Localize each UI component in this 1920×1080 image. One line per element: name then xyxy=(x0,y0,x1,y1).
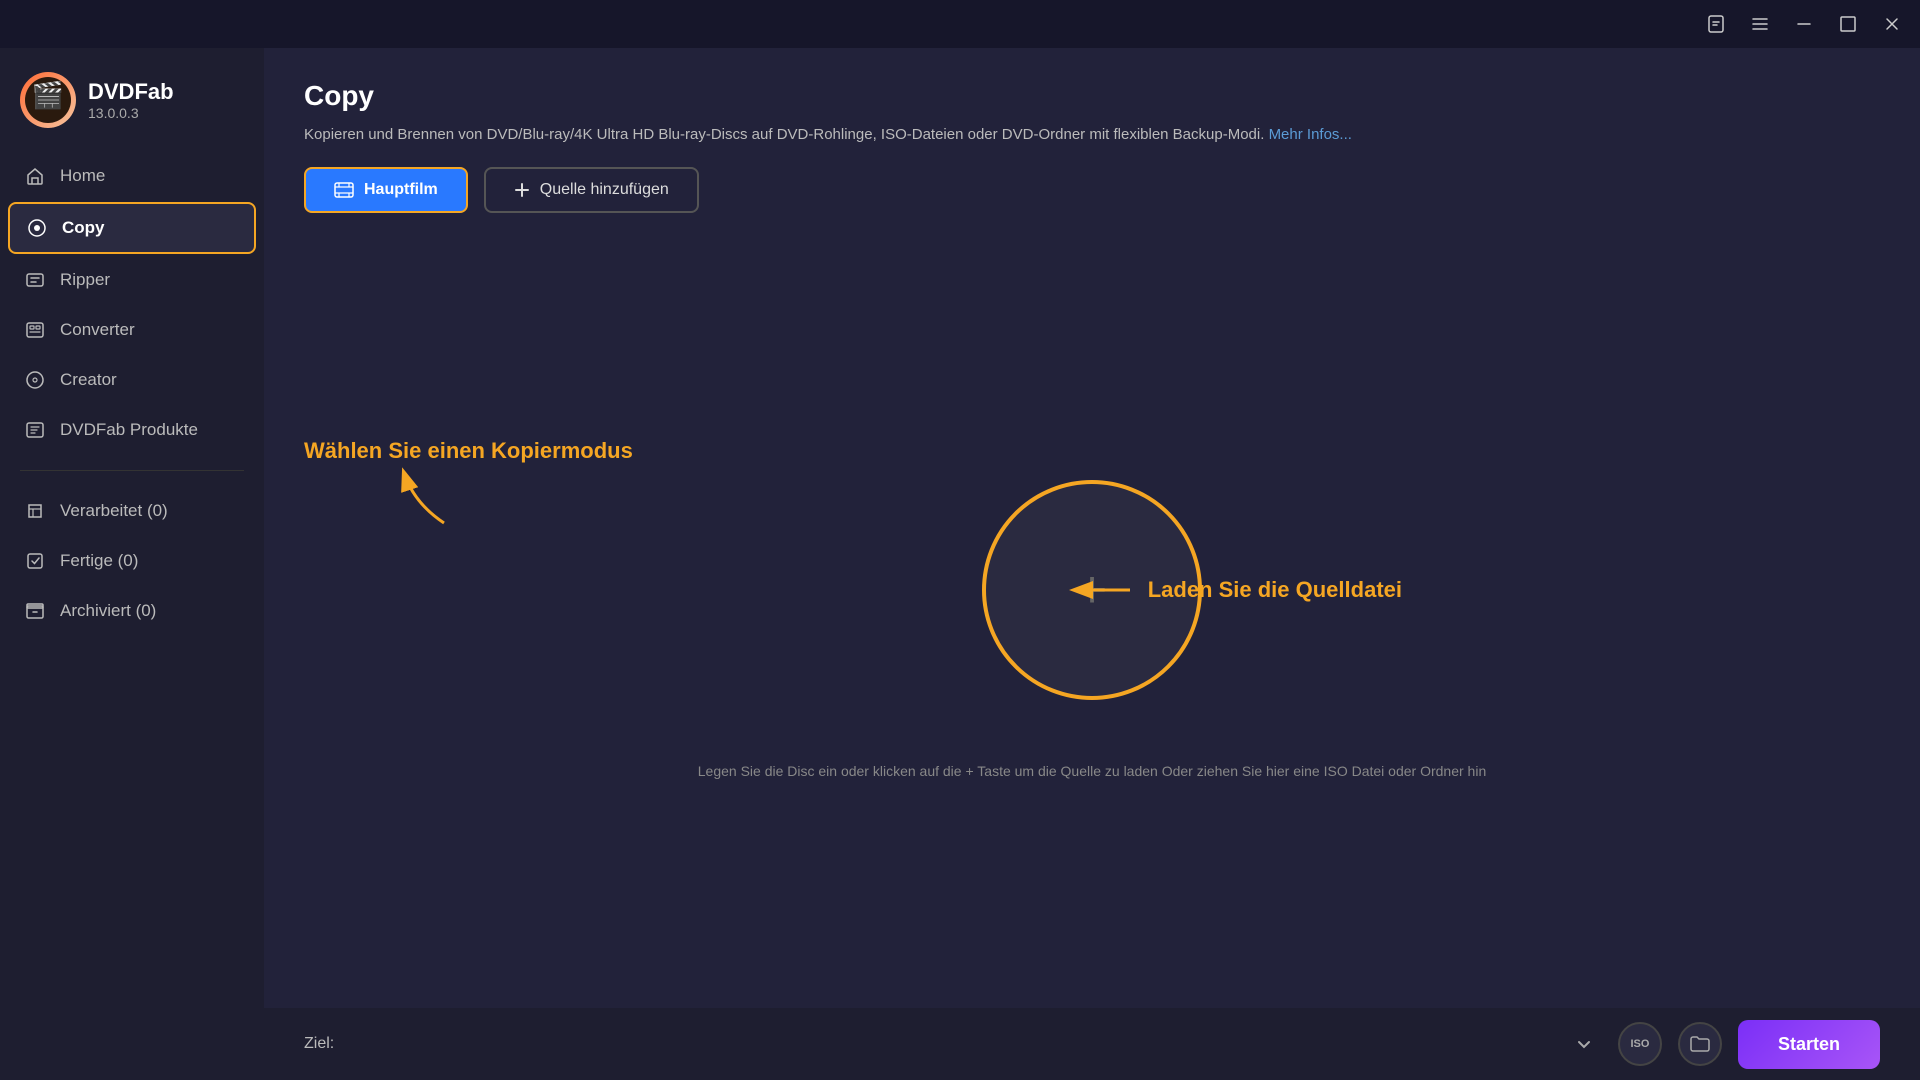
dropdown-icon[interactable] xyxy=(1566,1026,1602,1062)
source-arrow-container: Laden Sie die Quelldatei xyxy=(1060,570,1402,610)
sidebar-item-fertige-label: Fertige (0) xyxy=(60,551,138,571)
source-hint-text: Laden Sie die Quelldatei xyxy=(1148,577,1402,603)
sidebar-item-dvdfab-label: DVDFab Produkte xyxy=(60,420,198,440)
mode-hint-text: Wählen Sie einen Kopiermodus xyxy=(304,438,633,464)
sidebar-item-ripper-label: Ripper xyxy=(60,270,110,290)
quelle-button[interactable]: Quelle hinzufügen xyxy=(484,167,699,213)
verarbeitet-icon xyxy=(24,500,46,522)
sidebar-item-verarbeitet[interactable]: Verarbeitet (0) xyxy=(8,487,256,535)
sidebar-item-ripper[interactable]: Ripper xyxy=(8,256,256,304)
sidebar-bottom: Verarbeitet (0) Fertige (0) xyxy=(0,487,264,635)
sidebar-item-copy[interactable]: Copy xyxy=(8,202,256,254)
maximize-icon[interactable] xyxy=(1836,12,1860,36)
sidebar-item-copy-label: Copy xyxy=(62,218,105,238)
main-content: Copy Kopieren und Brennen von DVD/Blu-ra… xyxy=(264,48,1920,1080)
titlebar xyxy=(0,0,1920,48)
sidebar-item-creator-label: Creator xyxy=(60,370,117,390)
sidebar: 🎬 DVDFab 13.0.0.3 Home xyxy=(0,48,264,1080)
sidebar-divider xyxy=(20,470,244,471)
starten-button[interactable]: Starten xyxy=(1738,1020,1880,1069)
minimize-icon[interactable] xyxy=(1792,12,1816,36)
folder-button[interactable] xyxy=(1678,1022,1722,1066)
creator-icon xyxy=(24,369,46,391)
converter-icon xyxy=(24,319,46,341)
home-icon xyxy=(24,165,46,187)
bookmark-icon[interactable] xyxy=(1704,12,1728,36)
source-arrow-svg xyxy=(1060,570,1140,610)
sidebar-item-home-label: Home xyxy=(60,166,105,186)
copy-icon xyxy=(26,217,48,239)
menu-icon[interactable] xyxy=(1748,12,1772,36)
main-layout: 🎬 DVDFab 13.0.0.3 Home xyxy=(0,48,1920,1080)
brand-name: DVDFab xyxy=(88,79,174,105)
iso-button[interactable]: ISO xyxy=(1618,1022,1662,1066)
content-header: Copy Kopieren und Brennen von DVD/Blu-ra… xyxy=(264,48,1920,167)
mode-arrow xyxy=(384,453,464,538)
logo-icon: 🎬 xyxy=(20,72,76,128)
ziel-label: Ziel: xyxy=(304,1035,334,1053)
footer: Ziel: ISO Starten xyxy=(264,1008,1920,1080)
plus-icon xyxy=(514,182,530,198)
folder-icon xyxy=(1689,1035,1711,1053)
sidebar-item-creator[interactable]: Creator xyxy=(8,356,256,404)
hauptfilm-icon xyxy=(334,182,354,198)
logo-text: DVDFab 13.0.0.3 xyxy=(88,79,174,121)
content-panel: Copy Kopieren und Brennen von DVD/Blu-ra… xyxy=(264,48,1920,1008)
archiviert-icon xyxy=(24,600,46,622)
sidebar-item-fertige[interactable]: Fertige (0) xyxy=(8,537,256,585)
page-description: Kopieren und Brennen von DVD/Blu-ray/4K … xyxy=(304,124,1880,147)
sidebar-item-verarbeitet-label: Verarbeitet (0) xyxy=(60,501,168,521)
action-buttons: Hauptfilm Quelle hinzufügen xyxy=(264,167,1920,233)
drop-area[interactable]: Wählen Sie einen Kopiermodus + xyxy=(264,233,1920,1009)
app-logo: 🎬 DVDFab 13.0.0.3 xyxy=(0,64,264,152)
circle-container: + Laden Sie die Quelldatei xyxy=(982,480,1202,700)
sidebar-item-archiviert[interactable]: Archiviert (0) xyxy=(8,587,256,635)
iso-label: ISO xyxy=(1631,1038,1650,1050)
sidebar-item-converter-label: Converter xyxy=(60,320,135,340)
description-text: Kopieren und Brennen von DVD/Blu-ray/4K … xyxy=(304,126,1264,143)
page-title: Copy xyxy=(304,80,1880,112)
sidebar-item-dvdfab[interactable]: DVDFab Produkte xyxy=(8,406,256,454)
sidebar-item-converter[interactable]: Converter xyxy=(8,306,256,354)
quelle-label: Quelle hinzufügen xyxy=(540,181,669,199)
app-version: 13.0.0.3 xyxy=(88,105,174,121)
hauptfilm-label: Hauptfilm xyxy=(364,181,438,199)
fertige-icon xyxy=(24,550,46,572)
hauptfilm-button[interactable]: Hauptfilm xyxy=(304,167,468,213)
ripper-icon xyxy=(24,269,46,291)
sidebar-nav: Home Copy Ripper xyxy=(0,152,264,454)
more-info-link[interactable]: Mehr Infos... xyxy=(1269,126,1352,143)
drop-hint-text: Legen Sie die Disc ein oder klicken auf … xyxy=(658,740,1526,802)
svg-text:🎬: 🎬 xyxy=(32,80,64,110)
dvdfab-icon xyxy=(24,419,46,441)
close-icon[interactable] xyxy=(1880,12,1904,36)
sidebar-item-home[interactable]: Home xyxy=(8,152,256,200)
sidebar-item-archiviert-label: Archiviert (0) xyxy=(60,601,156,621)
